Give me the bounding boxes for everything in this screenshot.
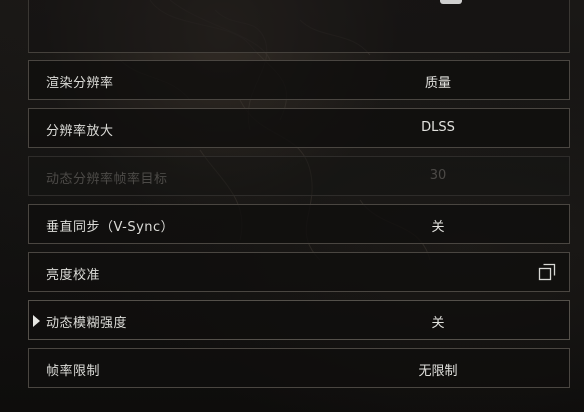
setting-label: 分辨率放大 — [46, 124, 114, 139]
setting-label: 渲染分辨率 — [46, 76, 114, 91]
setting-row-brightness-calibration[interactable]: 亮度校准 — [28, 252, 570, 292]
setting-label: 动态分辨率帧率目标 — [46, 172, 168, 187]
setting-row-motion-blur[interactable]: 动态模糊强度 关 — [28, 300, 570, 340]
setting-label: 垂直同步（V-Sync） — [46, 220, 175, 235]
open-external-icon[interactable] — [538, 263, 556, 281]
setting-value: 质量 — [424, 76, 451, 91]
setting-value: 无限制 — [418, 364, 458, 379]
graphics-settings-list: 渲染分辨率 质量 分辨率放大 DLSS 动态分辨率帧率目标 30 垂直同步（V-… — [28, 60, 570, 396]
setting-row-render-resolution[interactable]: 渲染分辨率 质量 — [28, 60, 570, 100]
setting-label: 帧率限制 — [46, 364, 101, 379]
setting-value: 关 — [431, 316, 445, 331]
scroll-indicator — [440, 0, 462, 4]
setting-row-vsync[interactable]: 垂直同步（V-Sync） 关 — [28, 204, 570, 244]
setting-row-upscaling[interactable]: 分辨率放大 DLSS — [28, 108, 570, 148]
setting-label: 亮度校准 — [46, 268, 101, 283]
setting-value: 关 — [431, 220, 445, 235]
setting-row-frame-rate-limit[interactable]: 帧率限制 无限制 — [28, 348, 570, 388]
setting-value: DLSS — [421, 120, 455, 135]
previous-setting-row-partial — [28, 0, 570, 53]
selection-arrow-icon — [33, 315, 40, 327]
setting-row-dynamic-resolution-target: 动态分辨率帧率目标 30 — [28, 156, 570, 196]
setting-value: 30 — [429, 168, 447, 183]
setting-label: 动态模糊强度 — [46, 316, 128, 331]
